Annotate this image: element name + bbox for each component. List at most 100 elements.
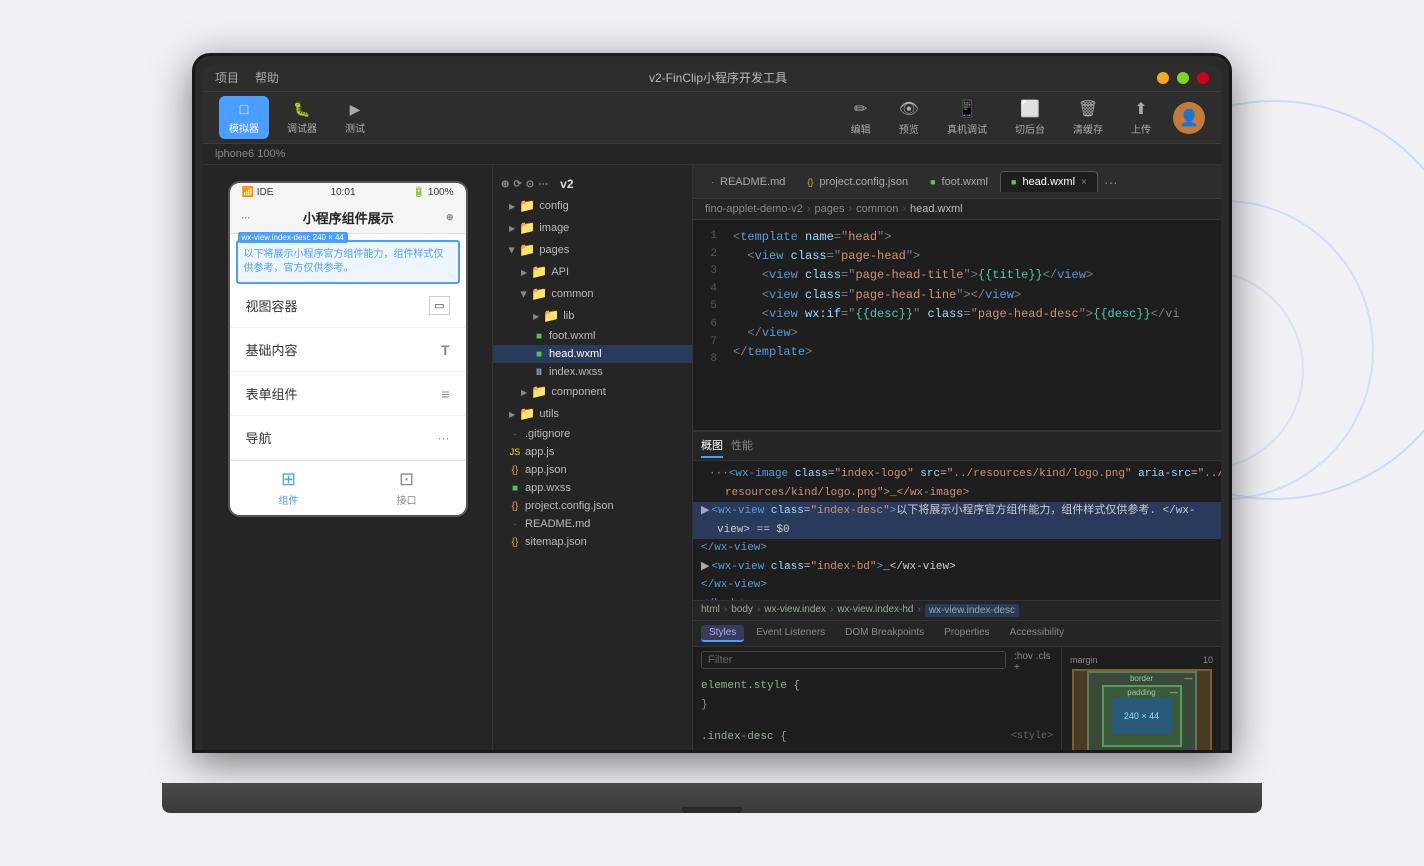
breadcrumb-sep-2: › <box>849 203 853 215</box>
code-line-5: <view wx:if="{{desc}}" class="page-head-… <box>733 305 1221 324</box>
win-minimize[interactable] <box>1157 72 1169 84</box>
action-cut[interactable]: ⬜ 切后台 <box>1009 95 1051 140</box>
tab-footwxml-icon: ■ <box>930 177 935 187</box>
breadcrumb-sep-3: › <box>902 203 906 215</box>
html-line-3[interactable]: ▶ <wx-view class="index-desc"> 以下将展示小程序官… <box>693 502 1221 521</box>
tree-file-projectconfig-label: project.config.json <box>525 500 614 512</box>
tab-headwxml-close[interactable]: × <box>1081 177 1087 188</box>
menu-item-1[interactable]: 基础内容 T <box>230 328 466 372</box>
html-tree-view: ··· <wx-image class="index-logo" src="..… <box>693 461 1221 601</box>
menu-help[interactable]: 帮助 <box>255 69 279 86</box>
toolbar-simulate-btn[interactable]: □ 模拟器 <box>219 96 269 139</box>
code-content[interactable]: <template name="head"> <view class="page… <box>725 228 1221 422</box>
elem-path-wxview-desc[interactable]: wx-view.index-desc <box>925 604 1019 617</box>
tree-file-foot-wxml[interactable]: ■ foot.wxml <box>493 327 692 345</box>
tree-root[interactable]: ⊕⟳⊙⋯ v2 <box>493 173 692 195</box>
elem-path-body[interactable]: body <box>731 604 753 617</box>
toolbar-test-btn[interactable]: ▶ 测试 <box>335 96 375 139</box>
tree-file-projectconfig[interactable]: {} project.config.json <box>493 497 692 515</box>
hl4-text: view> == $0 <box>701 522 790 539</box>
action-edit[interactable]: ✏ 编辑 <box>845 95 877 140</box>
hl7-tag: </wx-view> <box>701 577 767 594</box>
menu-item-3[interactable]: 导航 ··· <box>230 416 466 460</box>
ln-6: 6 <box>693 316 717 334</box>
menu-project[interactable]: 项目 <box>215 69 239 86</box>
inner-tab-perf[interactable]: 性能 <box>731 434 753 458</box>
tab-headwxml[interactable]: ■ head.wxml × <box>1000 171 1098 192</box>
tab-more-btn[interactable]: ··· <box>1100 170 1122 194</box>
style-tab-events[interactable]: Event Listeners <box>748 625 833 642</box>
html-line-7: </wx-view> <box>693 576 1221 595</box>
chevron-utils: ▶ <box>509 410 515 419</box>
style-tab-accessibility[interactable]: Accessibility <box>1002 625 1072 642</box>
menu-item-label-1: 基础内容 <box>246 340 298 359</box>
tree-file-appjs[interactable]: JS app.js <box>493 443 692 461</box>
tree-folder-component[interactable]: ▶ 📁 component <box>493 381 692 403</box>
tree-file-appjson[interactable]: {} app.json <box>493 461 692 479</box>
tab-projectconfig[interactable]: {} project.config.json <box>797 172 918 192</box>
code-area[interactable]: 1 2 3 4 5 6 7 8 <templ <box>693 220 1221 430</box>
action-preview[interactable]: 👁 预览 <box>893 95 925 140</box>
tree-file-appwxss[interactable]: ■ app.wxss <box>493 479 692 497</box>
chevron-api: ▶ <box>521 268 527 277</box>
nav-components[interactable]: ⊞ 组件 <box>279 469 299 507</box>
menu-item-0[interactable]: 视图容器 ▭ <box>230 284 466 328</box>
inner-tab-overview[interactable]: 概图 <box>701 434 723 458</box>
tab-readme-icon: · <box>711 177 714 187</box>
win-maximize[interactable] <box>1177 72 1189 84</box>
phone-time: 10:01 <box>331 187 356 198</box>
style-tab-dom[interactable]: DOM Breakpoints <box>837 625 932 642</box>
menu-item-icon-3: ··· <box>438 431 450 445</box>
code-editor[interactable]: 1 2 3 4 5 6 7 8 <templ <box>693 220 1221 430</box>
file-tree-panel: ⊕⟳⊙⋯ v2 ▶ 📁 config ▶ 📁 image <box>493 165 693 750</box>
nav-components-label: 组件 <box>279 492 299 507</box>
folder-utils-icon: 📁 <box>519 406 535 422</box>
menu-item-icon-2: ≡ <box>441 386 449 402</box>
style-tab-props[interactable]: Properties <box>936 625 998 642</box>
tree-folder-common[interactable]: ▶ 📁 common <box>493 283 692 305</box>
tree-folder-api[interactable]: ▶ 📁 API <box>493 261 692 283</box>
folder-component-icon: 📁 <box>531 384 547 400</box>
tree-file-readme[interactable]: · README.md <box>493 515 692 533</box>
tab-readme[interactable]: · README.md <box>701 172 795 192</box>
menu-item-2[interactable]: 表单组件 ≡ <box>230 372 466 416</box>
laptop-notch <box>682 807 742 813</box>
tab-footwxml[interactable]: ■ foot.wxml <box>920 172 998 192</box>
tree-file-gitignore-label: .gitignore <box>525 428 570 440</box>
tree-folder-utils[interactable]: ▶ 📁 utils <box>493 403 692 425</box>
debug-label: 调试器 <box>287 120 317 135</box>
file-sitemap-icon: {} <box>509 537 521 548</box>
toolbar-debug-btn[interactable]: 🐛 调试器 <box>277 96 327 139</box>
action-upload[interactable]: ⬆ 上传 <box>1125 95 1157 140</box>
phone-frame: 📶 IDE 10:01 🔋 100% ··· 小程序组件展示 ⊕ <box>228 181 468 517</box>
tab-projectconfig-label: project.config.json <box>819 176 908 188</box>
nav-api[interactable]: ⊡ 接口 <box>397 469 417 507</box>
style-tab-styles[interactable]: Styles <box>701 625 744 642</box>
tree-file-sitemap[interactable]: {} sitemap.json <box>493 533 692 551</box>
padding-label: padding <box>1127 688 1155 697</box>
breadcrumb-pages: pages <box>815 203 845 215</box>
upload-label: 上传 <box>1131 121 1151 136</box>
html-line-6: ▶ <wx-view class="index-bd"> _</wx-view> <box>693 558 1221 577</box>
margin-label: margin <box>1070 655 1098 665</box>
file-appwxss-icon: ■ <box>509 483 521 494</box>
elem-path-wxview-index[interactable]: wx-view.index <box>764 604 826 617</box>
phone-preview-panel: 📶 IDE 10:01 🔋 100% ··· 小程序组件展示 ⊕ <box>203 165 493 750</box>
style-source-1[interactable]: <style> <box>1011 728 1053 745</box>
folder-pages-icon: 📁 <box>519 242 535 258</box>
win-close[interactable] <box>1197 72 1209 84</box>
styles-filter-input[interactable] <box>701 651 1006 669</box>
tree-folder-lib[interactable]: ▶ 📁 lib <box>493 305 692 327</box>
tree-folder-config[interactable]: ▶ 📁 config <box>493 195 692 217</box>
tree-folder-image[interactable]: ▶ 📁 image <box>493 217 692 239</box>
user-avatar[interactable]: 👤 <box>1173 102 1205 134</box>
action-clear[interactable]: 🗑 清缓存 <box>1067 95 1109 140</box>
tree-file-index-wxss[interactable]: Ⅲ index.wxss <box>493 363 692 381</box>
tab-headwxml-label: head.wxml <box>1022 176 1075 188</box>
tree-file-head-wxml[interactable]: ■ head.wxml <box>493 345 692 363</box>
tree-file-gitignore[interactable]: · .gitignore <box>493 425 692 443</box>
action-device[interactable]: 📱 真机调试 <box>941 95 993 140</box>
tree-folder-pages[interactable]: ▶ 📁 pages <box>493 239 692 261</box>
elem-path-wxview-hd[interactable]: wx-view.index-hd <box>837 604 913 617</box>
elem-path-html[interactable]: html <box>701 604 720 617</box>
